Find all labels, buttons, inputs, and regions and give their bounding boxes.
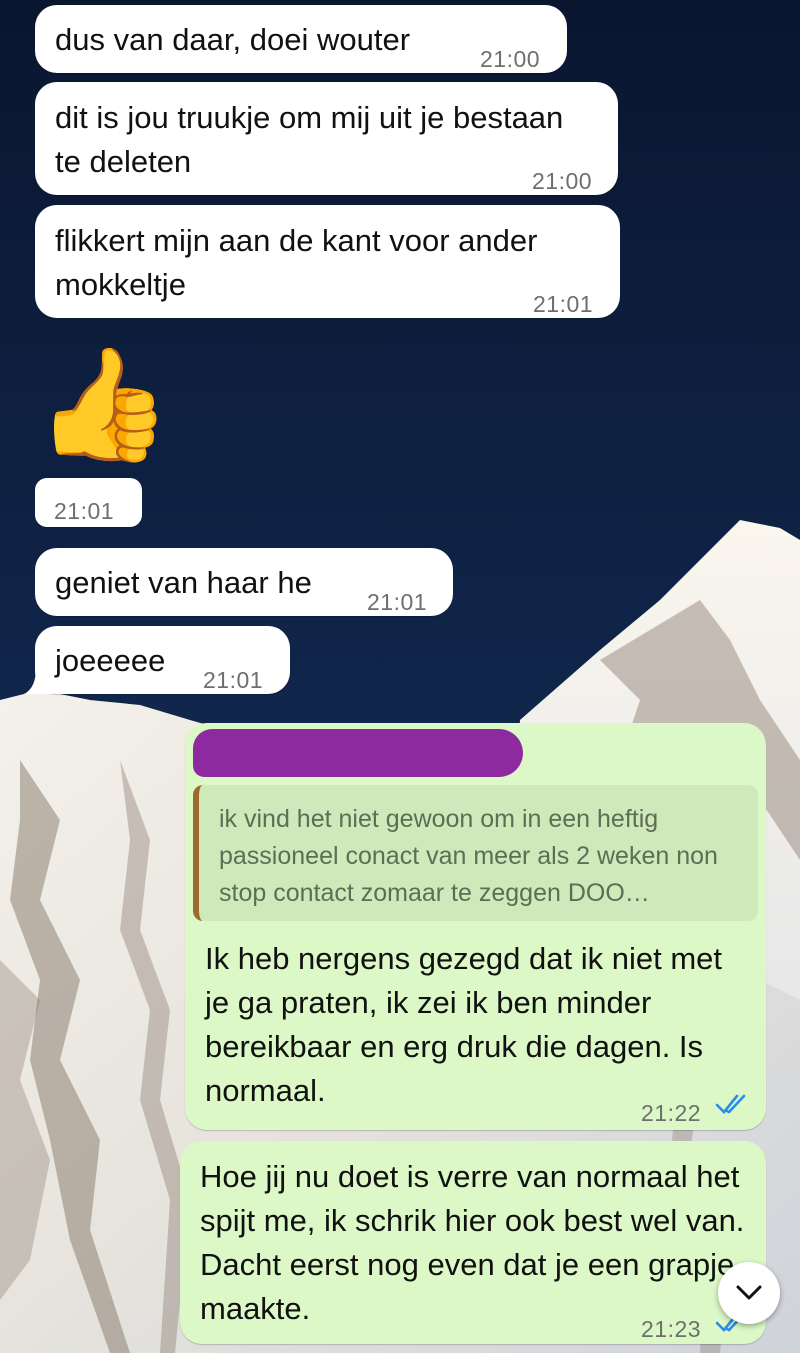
incoming-message[interactable]: dus van daar, doei wouter 21:00 — [35, 5, 567, 73]
quoted-text: ik vind het niet gewoon om in een heftig… — [219, 805, 718, 907]
emoji-timestamp-pill: 21:01 — [35, 478, 142, 527]
incoming-message[interactable]: dit is jou truukje om mij uit je bestaan… — [35, 82, 618, 195]
message-time: 21:01 — [54, 498, 115, 524]
message-text: Ik heb nergens gezegd dat ik niet met je… — [205, 941, 722, 1108]
double-check-icon — [715, 1094, 746, 1114]
incoming-message[interactable]: joeeeee 21:01 — [35, 626, 290, 694]
redacted-quote-author — [193, 729, 523, 777]
message-text: flikkert mijn aan de kant voor ander mok… — [55, 223, 538, 302]
message-time: 21:01 — [533, 291, 594, 317]
message-time: 21:00 — [480, 46, 541, 72]
outgoing-message[interactable]: Hoe jij nu doet is verre van normaal het… — [180, 1141, 766, 1344]
chevron-down-icon — [736, 1285, 762, 1300]
message-time: 21:23 — [641, 1316, 702, 1342]
outgoing-message[interactable]: ik vind het niet gewoon om in een heftig… — [185, 723, 766, 1130]
message-time: 21:01 — [203, 667, 264, 693]
message-time: 21:01 — [367, 589, 428, 615]
message-text: dit is jou truukje om mij uit je bestaan… — [55, 100, 564, 179]
bubble-tail — [24, 668, 52, 694]
emoji-message[interactable]: 👍 — [35, 340, 175, 475]
quoted-message[interactable]: ik vind het niet gewoon om in een heftig… — [193, 785, 758, 921]
message-time: 21:00 — [532, 168, 593, 194]
incoming-message[interactable]: geniet van haar he 21:01 — [35, 548, 453, 616]
incoming-message[interactable]: flikkert mijn aan de kant voor ander mok… — [35, 205, 620, 318]
message-text: Hoe jij nu doet is verre van normaal het… — [200, 1159, 745, 1326]
message-time: 21:22 — [641, 1100, 702, 1126]
thumbs-up-icon: 👍 — [35, 343, 172, 466]
scroll-to-bottom-button[interactable] — [718, 1262, 780, 1324]
